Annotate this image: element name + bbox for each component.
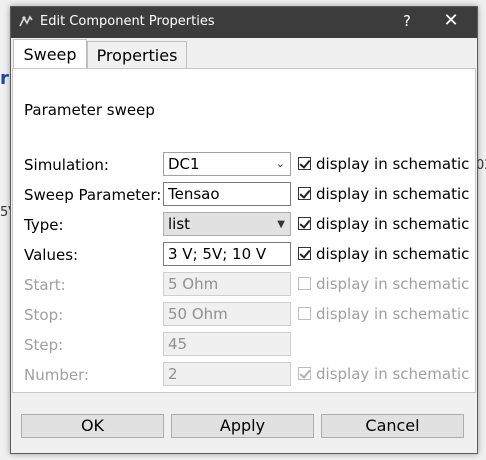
app-icon xyxy=(19,15,33,27)
number-display-checkbox xyxy=(298,367,311,380)
sweep-parameter-display-label: display in schematic xyxy=(316,185,470,203)
edit-component-dialog: Edit Component Properties ? ✕ Sweep Prop… xyxy=(10,6,478,454)
sweep-parameter-display-checkbox[interactable] xyxy=(298,187,311,200)
type-value: list xyxy=(168,215,191,233)
start-display-checkbox xyxy=(298,277,311,290)
values-display-checkbox[interactable] xyxy=(298,247,311,260)
dialog-title: Edit Component Properties xyxy=(40,14,215,29)
cancel-button[interactable]: Cancel xyxy=(321,414,464,438)
simulation-select[interactable]: DC1 ⌄ xyxy=(163,152,291,176)
sweep-parameter-label: Sweep Parameter: xyxy=(24,186,162,204)
title-bar: Edit Component Properties ? ✕ xyxy=(11,7,477,38)
sweep-panel: Parameter sweep Simulation: DC1 ⌄ displa… xyxy=(12,68,476,393)
tab-bar: Sweep Properties xyxy=(11,39,477,70)
tab-properties[interactable]: Properties xyxy=(87,41,187,69)
start-label: Start: xyxy=(24,276,66,294)
type-select[interactable]: list ▼ xyxy=(163,212,291,236)
number-input: 2 xyxy=(163,362,291,386)
chevron-down-icon: ⌄ xyxy=(275,157,285,170)
values-input[interactable]: 3 V; 5V; 10 V xyxy=(163,242,291,266)
type-display-label: display in schematic xyxy=(316,215,470,233)
close-button[interactable]: ✕ xyxy=(439,10,463,31)
help-button[interactable]: ? xyxy=(397,12,417,30)
schematic-fragment-left: r xyxy=(0,68,9,89)
dropdown-arrow-icon: ▼ xyxy=(277,219,285,230)
type-label: Type: xyxy=(24,216,64,234)
tab-sweep[interactable]: Sweep xyxy=(13,39,87,70)
simulation-label: Simulation: xyxy=(24,156,109,174)
sweep-parameter-input[interactable]: Tensao xyxy=(163,182,291,206)
start-display-label: display in schematic xyxy=(316,275,470,293)
number-display-label: display in schematic xyxy=(316,365,470,383)
apply-button[interactable]: Apply xyxy=(171,414,314,438)
simulation-display-checkbox[interactable] xyxy=(298,157,311,170)
step-label: Step: xyxy=(24,336,64,354)
type-display-checkbox[interactable] xyxy=(298,217,311,230)
stop-display-label: display in schematic xyxy=(316,305,470,323)
step-input: 45 xyxy=(163,332,291,356)
stop-display-checkbox xyxy=(298,307,311,320)
simulation-display-label: display in schematic xyxy=(316,155,470,173)
start-input: 5 Ohm xyxy=(163,272,291,296)
ok-button[interactable]: OK xyxy=(21,414,164,438)
stop-label: Stop: xyxy=(24,306,64,324)
section-heading: Parameter sweep xyxy=(24,101,155,119)
values-display-label: display in schematic xyxy=(316,245,470,263)
stop-input: 50 Ohm xyxy=(163,302,291,326)
number-label: Number: xyxy=(24,366,90,384)
simulation-value: DC1 xyxy=(168,155,200,173)
values-label: Values: xyxy=(24,246,79,264)
